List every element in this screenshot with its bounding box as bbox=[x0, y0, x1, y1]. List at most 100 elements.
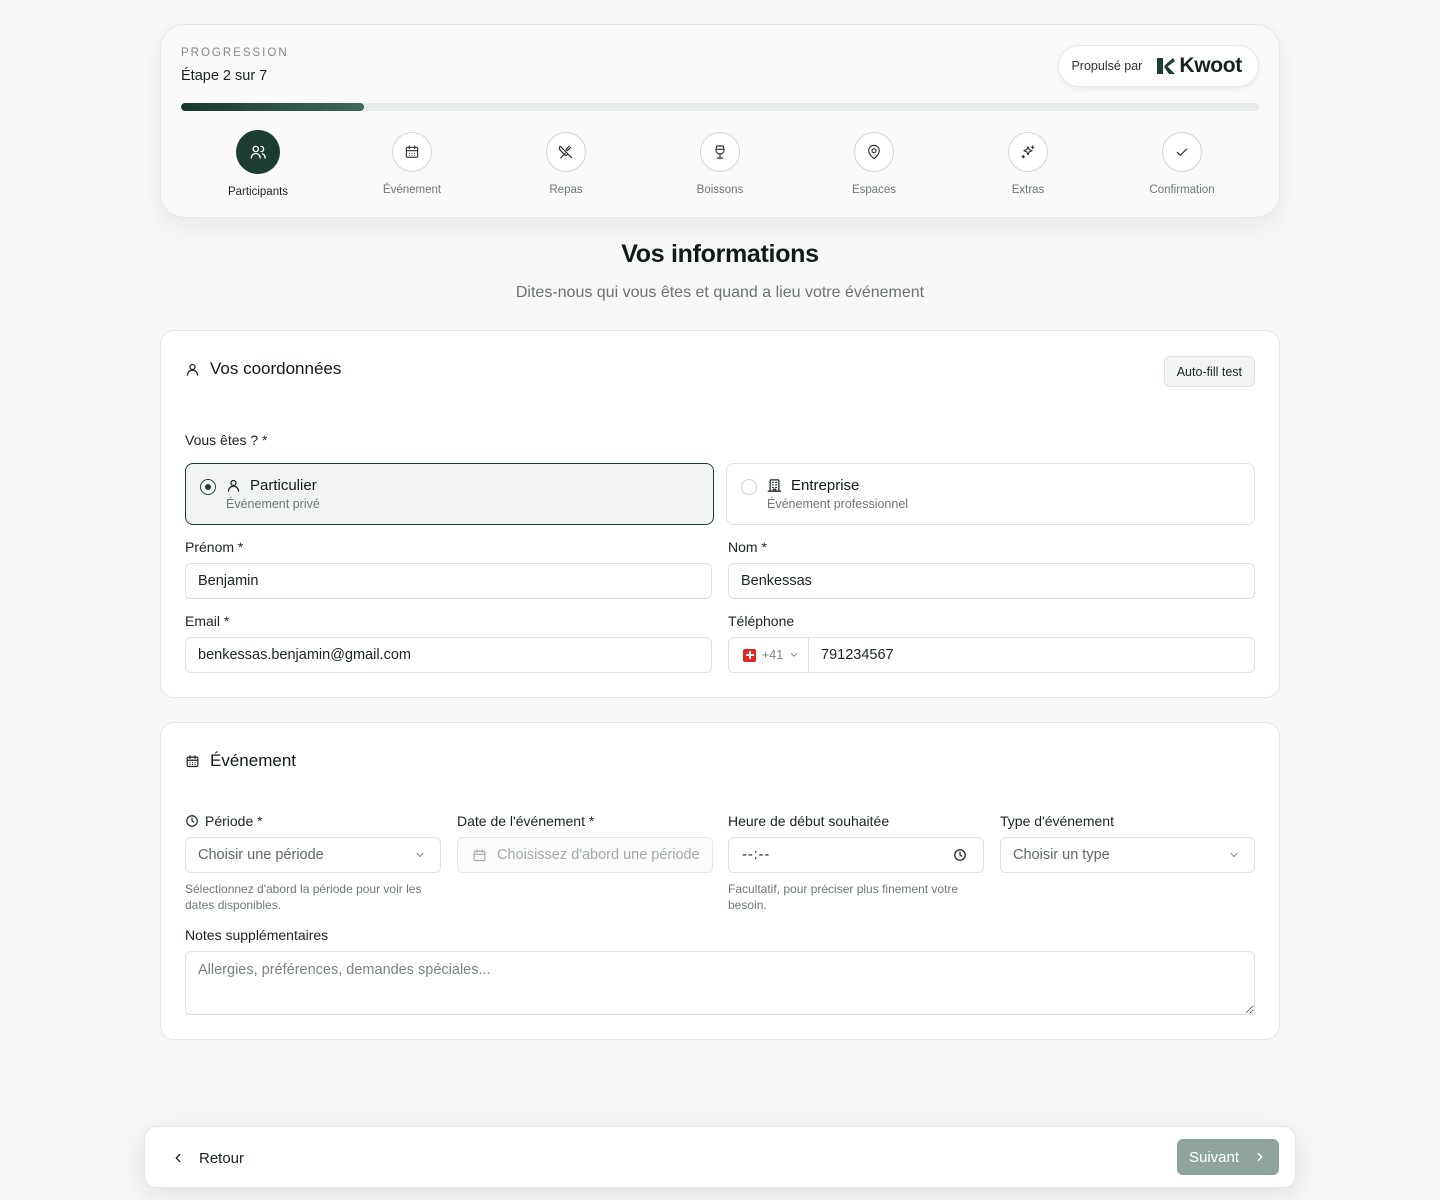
firstname-label: Prénom * bbox=[185, 539, 244, 555]
step-circle bbox=[700, 132, 740, 172]
step-label: Confirmation bbox=[1149, 184, 1215, 196]
step-label: Participants bbox=[227, 186, 289, 198]
progress-bar bbox=[181, 103, 1259, 111]
step-label: Événement bbox=[382, 184, 442, 196]
contact-card-header: Vos coordonnées bbox=[185, 359, 341, 379]
lastname-input[interactable] bbox=[728, 563, 1255, 599]
map-pin-icon bbox=[868, 144, 880, 160]
brand-name: Kwoot bbox=[1179, 54, 1242, 77]
chevron-down-icon bbox=[791, 653, 798, 657]
option-title: Entreprise bbox=[791, 477, 860, 494]
email-input[interactable] bbox=[185, 637, 712, 673]
step-circle bbox=[854, 132, 894, 172]
option-subtitle: Événement privé bbox=[226, 497, 320, 511]
date-label: Date de l'événement * bbox=[457, 813, 595, 829]
radio-button[interactable] bbox=[741, 479, 757, 495]
contact-card-title: Vos coordonnées bbox=[210, 359, 342, 378]
chevron-right-icon bbox=[1257, 1152, 1263, 1162]
step-circle bbox=[546, 132, 586, 172]
country-code: +41 bbox=[762, 648, 784, 662]
notes-textarea[interactable] bbox=[185, 951, 1255, 1015]
period-label-text: Période * bbox=[205, 813, 263, 829]
start-time-helper: Facultatif, pour préciser plus finement … bbox=[728, 882, 959, 912]
start-time-input[interactable]: --:-- bbox=[728, 837, 984, 873]
chevron-down-icon bbox=[416, 853, 424, 857]
period-select[interactable]: Choisir une période bbox=[185, 837, 441, 873]
check-icon bbox=[1176, 148, 1188, 156]
radio-button[interactable] bbox=[200, 479, 216, 495]
event-date-input[interactable]: Choisissez d'abord une période bbox=[457, 837, 713, 873]
back-button[interactable]: Retour bbox=[171, 1141, 244, 1175]
event-card: Événement Période * Choisir une période … bbox=[160, 722, 1280, 1040]
phone-input[interactable] bbox=[809, 638, 1254, 672]
step-extras[interactable]: Extras bbox=[951, 129, 1105, 198]
notes-label: Notes supplémentaires bbox=[185, 927, 329, 943]
chevron-down-icon bbox=[1230, 853, 1238, 857]
kwoot-logo-icon bbox=[1157, 58, 1176, 74]
lastname-label: Nom * bbox=[728, 539, 767, 555]
page-subtitle: Dites-nous qui vous êtes et quand a lieu… bbox=[515, 284, 925, 301]
step-circle bbox=[1008, 132, 1048, 172]
users-icon bbox=[250, 145, 266, 159]
step-label: Repas bbox=[549, 184, 583, 196]
user-icon bbox=[186, 363, 199, 376]
option-particulier[interactable]: Particulier Événement privé bbox=[185, 463, 714, 525]
progress-label: PROGRESSION bbox=[181, 47, 289, 59]
phone-field: +41 bbox=[728, 637, 1255, 673]
step-repas[interactable]: Repas bbox=[489, 129, 643, 198]
step-boissons[interactable]: Boissons bbox=[643, 129, 797, 198]
sparkles-icon bbox=[1021, 145, 1035, 159]
event-card-header: Événement bbox=[185, 751, 296, 771]
clock-icon[interactable] bbox=[953, 848, 967, 862]
brand-logo: Kwoot bbox=[1156, 54, 1242, 78]
next-button[interactable]: Suivant bbox=[1177, 1139, 1279, 1175]
calendar-icon bbox=[186, 754, 199, 767]
powered-by-badge[interactable]: Propulsé par Kwoot bbox=[1058, 45, 1259, 87]
step-circle bbox=[392, 132, 432, 172]
firstname-input[interactable] bbox=[185, 563, 712, 599]
step-evenement[interactable]: Événement bbox=[335, 129, 489, 198]
calendar-icon bbox=[473, 848, 486, 861]
period-select-value: Choisir une période bbox=[198, 847, 324, 863]
start-time-label: Heure de début souhaitée bbox=[728, 813, 890, 829]
chevron-left-icon bbox=[175, 1153, 181, 1163]
step-circle bbox=[236, 130, 280, 174]
autofill-test-button[interactable]: Auto-fill test bbox=[1163, 356, 1255, 387]
period-helper: Sélectionnez d'abord la période pour voi… bbox=[185, 882, 422, 912]
option-title: Particulier bbox=[250, 477, 317, 494]
footer-navigation: Retour Suivant bbox=[144, 1126, 1296, 1188]
event-card-title: Événement bbox=[210, 751, 296, 770]
step-label: Espaces bbox=[851, 184, 897, 196]
user-icon bbox=[226, 478, 241, 498]
country-code-select[interactable]: +41 bbox=[729, 638, 809, 672]
option-subtitle: Événement professionnel bbox=[767, 497, 909, 511]
step-confirmation[interactable]: Confirmation bbox=[1105, 129, 1259, 198]
clock-icon bbox=[186, 815, 198, 827]
step-label: Boissons bbox=[696, 184, 744, 196]
progress-bar-fill bbox=[181, 103, 365, 111]
date-placeholder: Choisissez d'abord une période bbox=[497, 847, 700, 863]
event-type-value: Choisir un type bbox=[1013, 847, 1110, 863]
stepper: Participants Événement Repas Boissons Es… bbox=[181, 129, 1259, 198]
step-espaces[interactable]: Espaces bbox=[797, 129, 951, 198]
event-type-label: Type d'événement bbox=[1000, 813, 1114, 829]
customer-type-label: Vous êtes ? * bbox=[185, 432, 268, 448]
step-participants[interactable]: Participants bbox=[181, 129, 335, 198]
wine-glass-icon bbox=[715, 145, 725, 159]
step-counter: Étape 2 sur 7 bbox=[181, 68, 268, 84]
email-label: Email * bbox=[185, 613, 230, 629]
contact-card: Vos coordonnées Auto-fill test Vous êtes… bbox=[160, 330, 1280, 698]
powered-by-text: Propulsé par bbox=[1071, 59, 1143, 73]
option-entreprise[interactable]: Entreprise Événement professionnel bbox=[726, 463, 1255, 525]
swiss-flag-icon bbox=[743, 648, 756, 662]
progress-card: PROGRESSION Étape 2 sur 7 Propulsé par K… bbox=[160, 24, 1280, 218]
building-icon bbox=[767, 478, 782, 498]
start-time-value: --:-- bbox=[742, 847, 771, 863]
next-button-label: Suivant bbox=[1188, 1148, 1240, 1166]
page-title: Vos informations bbox=[621, 240, 819, 268]
step-circle bbox=[1162, 132, 1202, 172]
calendar-icon bbox=[405, 145, 419, 158]
step-label: Extras bbox=[1011, 184, 1045, 196]
back-button-label: Retour bbox=[199, 1149, 245, 1167]
event-type-select[interactable]: Choisir un type bbox=[1000, 837, 1255, 873]
